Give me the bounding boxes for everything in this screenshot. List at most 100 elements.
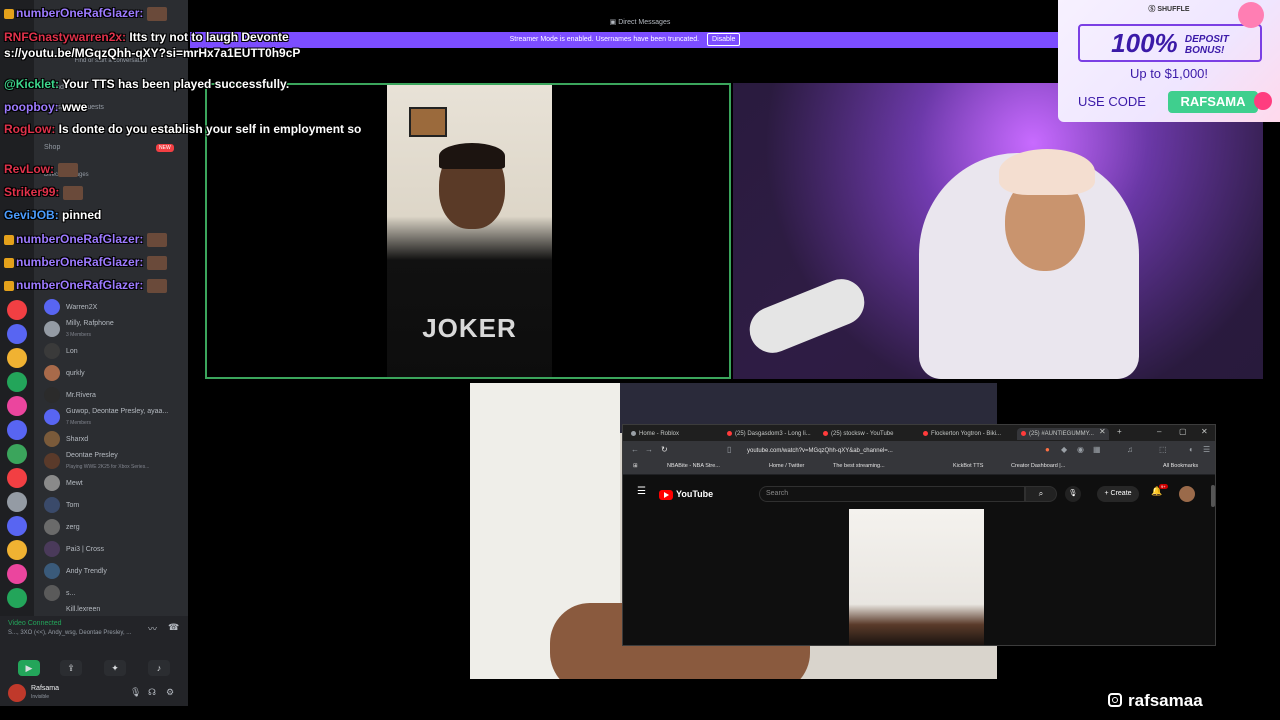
video-tile-streamer[interactable] — [733, 83, 1263, 379]
extension-icon[interactable]: ◆ — [1061, 445, 1067, 454]
server-icon[interactable] — [7, 516, 27, 536]
server-icon[interactable] — [7, 444, 27, 464]
back-icon[interactable]: ← — [631, 445, 639, 454]
mic-icon[interactable]: 🎙 — [130, 687, 141, 698]
server-icon[interactable] — [7, 540, 27, 560]
dm-item[interactable]: Lon — [34, 340, 188, 362]
sponsor-ad[interactable]: Ⓢ SHUFFLE 100% DEPOSIT BONUS! Up to $1,00… — [1058, 0, 1280, 122]
hamburger-icon[interactable]: ☰ — [637, 486, 646, 497]
server-icon[interactable] — [7, 348, 27, 368]
server-icon[interactable] — [7, 468, 27, 488]
extension-icon[interactable]: ⬚ — [1159, 445, 1167, 454]
dm-item[interactable]: Deontae Presley Playing WWE 2K25 for Xbox… — [34, 450, 188, 472]
browser-tab[interactable]: (25) Dasgasdom3 - Long li... — [727, 428, 817, 440]
extension-icon[interactable]: ♫ — [1127, 445, 1133, 454]
video-player[interactable] — [849, 509, 984, 645]
dm-item[interactable]: Milly, Rafphone 3 Members — [34, 318, 188, 340]
profile-icon[interactable]: ◐ — [1189, 445, 1194, 454]
gear-icon[interactable]: ⚙ — [166, 687, 174, 698]
server-icon[interactable] — [7, 564, 27, 584]
youtube-search-input[interactable]: Search — [759, 486, 1025, 502]
screenshare-button[interactable]: ⇪ — [60, 660, 82, 676]
apps-icon[interactable]: ⊞ — [633, 463, 638, 469]
youtube-logo[interactable]: YouTube — [659, 487, 713, 501]
dm-item[interactable]: Mewt — [34, 472, 188, 494]
maximize-icon[interactable]: ▢ — [1179, 427, 1187, 436]
server-icon[interactable] — [7, 372, 27, 392]
extension-icon[interactable]: ● — [1045, 445, 1050, 454]
server-icon[interactable] — [7, 324, 27, 344]
favicon-icon — [631, 430, 636, 436]
server-icon[interactable] — [7, 492, 27, 512]
avatar[interactable] — [1179, 486, 1195, 502]
tab-close-icon[interactable]: ✕ — [1099, 427, 1106, 436]
noise-suppression-icon[interactable]: 〰 — [148, 622, 157, 635]
all-bookmarks-item[interactable]: All Bookmarks — [1163, 463, 1198, 469]
emote-icon — [58, 162, 79, 177]
close-icon[interactable]: ✕ — [1201, 427, 1208, 436]
dm-name: Mewt — [66, 479, 83, 487]
extension-icon[interactable]: ▦ — [1093, 445, 1101, 454]
minimize-icon[interactable]: – — [1157, 427, 1161, 436]
new-tab-icon[interactable]: + — [1117, 427, 1122, 436]
search-icon[interactable]: ⌕ — [1025, 486, 1057, 502]
camera-button[interactable]: ▶ — [18, 660, 40, 676]
disable-button[interactable]: Disable — [707, 33, 741, 46]
shuffle-logo-icon: Ⓢ — [1148, 6, 1158, 13]
browser-tab-strip: Home - Roblox (25) Dasgasdom3 - Long li.… — [623, 425, 1215, 441]
create-button[interactable]: + Create — [1097, 486, 1139, 502]
browser-tab[interactable]: Home - Roblox — [631, 428, 715, 440]
forward-icon[interactable]: → — [645, 445, 653, 454]
disconnect-icon[interactable]: ☎ — [168, 622, 179, 633]
scrollbar-thumb[interactable] — [1211, 485, 1215, 507]
user-panel: Rafsama Invisible 🎙 ☊ ⚙ — [0, 680, 188, 706]
tab-label: (25) #AUNTIEGUMMY... — [1029, 431, 1094, 437]
voice-search-icon[interactable]: 🎙 — [1065, 486, 1081, 502]
dm-item[interactable]: Kill.lexreen — [34, 602, 188, 616]
soundboard-button[interactable]: ♪ — [148, 660, 170, 676]
server-icon[interactable] — [7, 396, 27, 416]
dm-item[interactable]: zerg — [34, 516, 188, 538]
chat-message: @Kicklet: Your TTS has been played succe… — [4, 77, 289, 91]
dm-item[interactable]: qurkly — [34, 362, 188, 384]
dm-item[interactable]: Tom — [34, 494, 188, 516]
dm-item[interactable]: Warren2X — [34, 296, 188, 318]
avatar — [44, 365, 60, 381]
bookmark-item[interactable]: KickBot TTS — [953, 463, 983, 469]
chat-username: GeviJOB: — [4, 208, 59, 222]
extension-icon[interactable]: ◉ — [1077, 445, 1084, 454]
headline-line1: DEPOSIT — [1184, 34, 1229, 46]
emote-icon — [147, 255, 168, 270]
avatar — [44, 299, 60, 315]
reload-icon[interactable]: ↻ — [661, 445, 668, 454]
activities-button[interactable]: ✦ — [104, 660, 126, 676]
avatar — [44, 497, 60, 513]
headset-icon[interactable]: ☊ — [148, 687, 156, 698]
bookmark-item[interactable]: NBABite - NBA Stre... — [667, 463, 720, 469]
dm-name: Guwop, Deontae Presley, ayaa... — [66, 408, 169, 415]
dm-item[interactable]: Sharxd — [34, 428, 188, 450]
dm-item[interactable]: Mr.Rivera — [34, 384, 188, 406]
bookmark-item[interactable]: The best streaming... — [833, 463, 885, 469]
bookmark-item[interactable]: Creator Dashboard |... — [1011, 463, 1065, 469]
bookmark-icon[interactable]: ▯ — [727, 445, 731, 454]
nav-shop[interactable]: Shop — [44, 144, 60, 151]
url-input[interactable]: youtube.com/watch?v=MGqzQhh-qXY&ab_chann… — [747, 445, 947, 457]
dm-item[interactable]: Pai3 | Cross — [34, 538, 188, 560]
server-icon[interactable] — [7, 588, 27, 608]
server-icon[interactable] — [7, 420, 27, 440]
dm-item[interactable]: s... — [34, 582, 188, 604]
ad-promo-code: RAFSAMA — [1168, 91, 1258, 113]
menu-icon[interactable]: ☰ — [1203, 445, 1210, 454]
avatar — [44, 431, 60, 447]
scrollbar[interactable] — [1211, 485, 1215, 645]
dm-item[interactable]: Guwop, Deontae Presley, ayaa... 7 Members — [34, 406, 188, 428]
handle-text: rafsamaa — [1128, 691, 1203, 710]
avatar[interactable] — [8, 684, 26, 702]
bookmark-item[interactable]: Home / Twitter — [769, 463, 804, 469]
browser-tab-active[interactable]: (25) #AUNTIEGUMMY... — [1017, 428, 1109, 440]
browser-tab[interactable]: Flockerton Yogtron - Biki... — [923, 428, 1013, 440]
browser-tab[interactable]: (25) stocksw - YouTube — [823, 428, 913, 440]
dm-item[interactable]: Andy Trendly — [34, 560, 188, 582]
server-icon[interactable] — [7, 300, 27, 320]
